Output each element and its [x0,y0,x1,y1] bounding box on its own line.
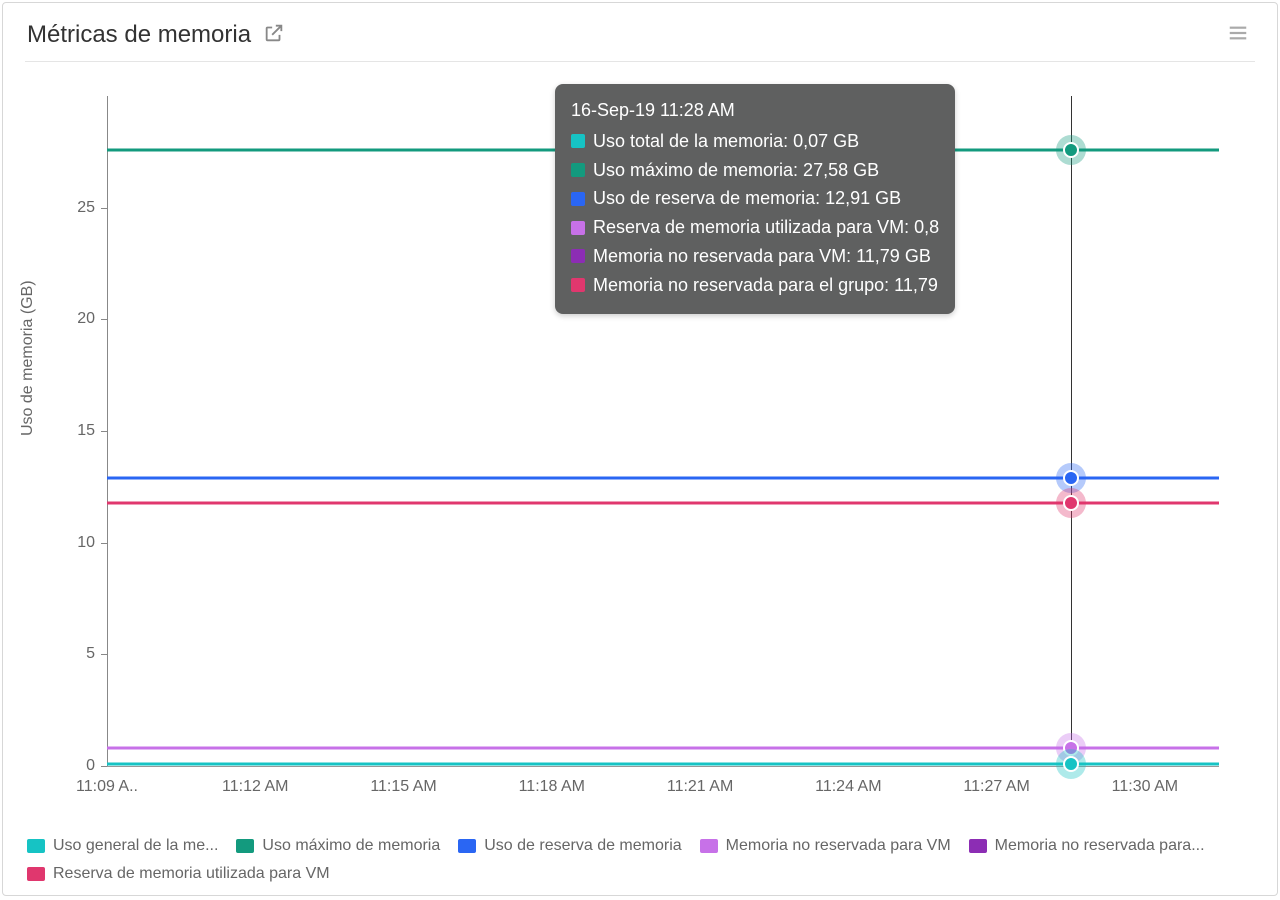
legend-label: Memoria no reservada para... [995,837,1205,855]
color-swatch [571,221,585,235]
series-line [107,501,1219,504]
color-swatch [571,278,585,292]
tooltip-row-label: Memoria no reservada para el grupo: 11,7… [593,271,938,300]
panel-header: Métricas de memoria [3,3,1277,55]
y-tick [101,431,107,432]
legend-item[interactable]: Reserva de memoria utilizada para VM [27,865,330,883]
y-tick-label: 15 [25,422,95,440]
x-tick-label: 11:15 AM [370,778,436,796]
legend-swatch [700,839,718,853]
y-tick [101,543,107,544]
hamburger-menu-icon[interactable] [1227,22,1253,49]
chart-legend: Uso general de la me... Uso máximo de mem… [27,837,1253,883]
tooltip-timestamp: 16-Sep-19 11:28 AM [571,96,939,125]
tooltip-row-label: Reserva de memoria utilizada para VM: 0,… [593,213,939,242]
y-tick-label: 25 [25,199,95,217]
y-tick-label: 20 [25,310,95,328]
tooltip-row: Memoria no reservada para VM: 11,79 GB [571,242,939,271]
legend-swatch [27,839,45,853]
y-tick [101,654,107,655]
x-tick-label: 11:09 A.. [76,778,138,796]
legend-item[interactable]: Uso general de la me... [27,837,218,855]
legend-label: Uso general de la me... [53,837,218,855]
plot-surface[interactable]: 0 5 10 15 20 25 11:09 A.. 11:12 AM 11:15 AM 11:18… [25,66,1257,826]
legend-label: Reserva de memoria utilizada para VM [53,865,330,883]
panel-title: Métricas de memoria [27,21,251,49]
tooltip-row: Memoria no reservada para el grupo: 11,7… [571,271,939,300]
x-tick-label: 11:12 AM [222,778,288,796]
color-swatch [571,249,585,263]
legend-swatch [458,839,476,853]
legend-label: Uso máximo de memoria [262,837,440,855]
x-tick-label: 11:18 AM [519,778,585,796]
chart-area[interactable]: Uso de memoria (GB) 051015202511:09 A..1… [25,66,1257,826]
tooltip-row-label: Uso máximo de memoria: 27,58 GB [593,156,879,185]
color-swatch [571,134,585,148]
legend-item[interactable]: Uso de reserva de memoria [458,837,681,855]
hover-marker [1063,142,1079,158]
legend-swatch [236,839,254,853]
external-link-icon[interactable] [263,22,285,49]
tooltip-row: Uso total de la memoria: 0,07 GB [571,127,939,156]
legend-label: Memoria no reservada para VM [726,837,951,855]
tooltip-row: Reserva de memoria utilizada para VM: 0,… [571,213,939,242]
legend-item[interactable]: Uso máximo de memoria [236,837,440,855]
header-divider [25,61,1255,62]
tooltip-row: Uso máximo de memoria: 27,58 GB [571,156,939,185]
legend-swatch [969,839,987,853]
x-tick-label: 11:24 AM [815,778,881,796]
y-tick-label: 0 [25,757,95,775]
color-swatch [571,192,585,206]
y-tick-label: 5 [25,645,95,663]
hover-crosshair [1071,96,1072,766]
x-tick-label: 11:21 AM [667,778,733,796]
hover-marker [1063,495,1079,511]
x-tick-label: 11:30 AM [1112,778,1178,796]
legend-label: Uso de reserva de memoria [484,837,681,855]
series-line [107,476,1219,479]
series-line [107,747,1219,750]
legend-item[interactable]: Memoria no reservada para VM [700,837,951,855]
metrics-panel: Métricas de memoria Uso de memoria (GB) … [2,2,1278,896]
hover-marker [1063,756,1079,772]
chart-tooltip: 16-Sep-19 11:28 AMUso total de la memori… [555,84,955,314]
tooltip-row-label: Uso de reserva de memoria: 12,91 GB [593,184,901,213]
y-tick [101,208,107,209]
series-line [107,763,1219,766]
hover-marker [1063,470,1079,486]
legend-item[interactable]: Memoria no reservada para... [969,837,1205,855]
y-tick [101,319,107,320]
tooltip-row: Uso de reserva de memoria: 12,91 GB [571,184,939,213]
legend-swatch [27,867,45,881]
x-tick-label: 11:27 AM [963,778,1029,796]
tooltip-row-label: Uso total de la memoria: 0,07 GB [593,127,859,156]
y-tick-label: 10 [25,534,95,552]
color-swatch [571,163,585,177]
tooltip-row-label: Memoria no reservada para VM: 11,79 GB [593,242,931,271]
x-axis [107,766,1219,767]
